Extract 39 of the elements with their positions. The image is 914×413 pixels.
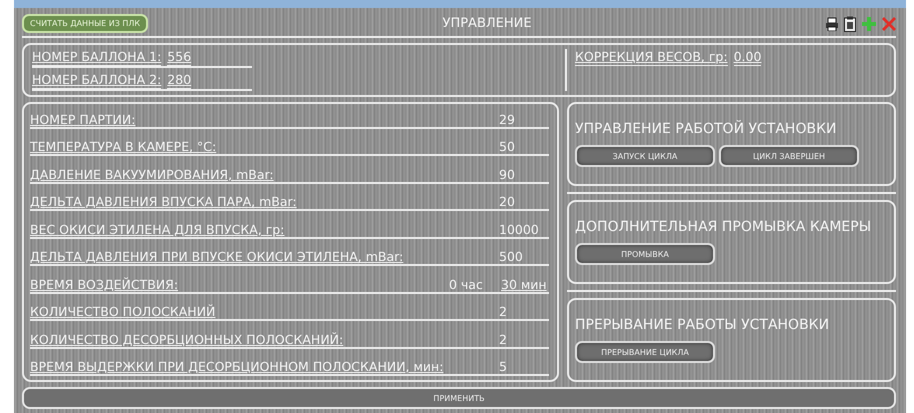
control-button[interactable]: ЦИКЛ ЗАВЕРШЕН	[719, 145, 859, 167]
parameter-label: ВЕС ОКИСИ ЭТИЛЕНА ДЛЯ ВПУСКА, гр:	[30, 222, 286, 237]
apply-button[interactable]: ПРИМЕНИТЬ	[22, 387, 896, 409]
read-plc-button[interactable]: СЧИТАТЬ ДАННЫЕ ИЗ ПЛК	[22, 14, 148, 33]
parameter-value[interactable]: 20	[499, 194, 549, 210]
clipboard-icon[interactable]	[844, 16, 856, 32]
control-button[interactable]: ЗАПУСК ЦИКЛА	[575, 145, 715, 167]
cylinder-label: НОМЕР БАЛЛОНА 1:	[32, 49, 162, 66]
cylinder-label: НОМЕР БАЛЛОНА 2:	[32, 72, 162, 89]
cylinder-value[interactable]: 556	[167, 49, 192, 66]
weight-correction-label: КОРРЕКЦИЯ ВЕСОВ, гр:	[575, 49, 728, 66]
parameter-label: КОЛИЧЕСТВО ДЕСОРБЦИОННЫХ ПОЛОСКАНИЙ:	[30, 332, 344, 346]
parameter-value[interactable]: 500	[499, 249, 549, 264]
parameter-label: КОЛИЧЕСТВО ПОЛОСКАНИЙ	[30, 304, 216, 320]
parameter-label: ТЕМПЕРАТУРА В КАМЕРЕ, °С:	[30, 139, 218, 154]
cylinder-value[interactable]: 280	[167, 72, 192, 89]
parameter-label: ДЕЛЬТА ДАВЛЕНИЯ ВПУСКА ПАРА, mBar:	[30, 194, 298, 210]
parameter-value[interactable]: 2	[499, 304, 549, 320]
parameter-label: ДЕЛЬТА ДАВЛЕНИЯ ПРИ ВПУСКЕ ОКИСИ ЭТИЛЕНА, mBar:	[30, 249, 404, 264]
control-button[interactable]: ПРЕРЫВАНИЕ ЦИКЛА	[575, 341, 715, 363]
panel-title: УПРАВЛЕНИЕ РАБОТОЙ УСТАНОВКИ	[575, 121, 838, 137]
parameter-label: ДАВЛЕНИЕ ВАКУУМИРОВАНИЯ, mBar:	[30, 166, 275, 182]
panel-title: ПРЕРЫВАНИЕ РАБОТЫ УСТАНОВКИ	[575, 317, 830, 333]
parameter-value[interactable]: 2	[499, 332, 549, 346]
printer-icon[interactable]	[826, 16, 838, 30]
parameter-value[interactable]: 29	[499, 112, 549, 127]
control-button[interactable]: ПРОМЫВКА	[575, 243, 715, 265]
parameter-value[interactable]: 10000	[499, 222, 549, 237]
panel-title: ДОПОЛНИТЕЛЬНАЯ ПРОМЫВКА КАМЕРЫ	[575, 219, 872, 235]
parameter-label: НОМЕР ПАРТИИ:	[30, 112, 136, 127]
weight-correction-value[interactable]: 0.00	[734, 49, 762, 66]
parameter-value[interactable]: 90	[499, 166, 549, 182]
window-title: УПРАВЛЕНИЕ	[442, 16, 533, 31]
parameter-value[interactable]: 30 мин	[501, 276, 549, 292]
parameter-value[interactable]: 50	[499, 139, 549, 154]
parameter-value[interactable]: 0 час	[449, 276, 497, 292]
parameter-label: ВРЕМЯ ВОЗДЕЙСТВИЯ:	[30, 276, 180, 292]
parameter-value[interactable]: 5	[499, 358, 549, 374]
parameter-label: ВРЕМЯ ВЫДЕРЖКИ ПРИ ДЕСОРБЦИОННОМ ПОЛОСКАНИИ, мин:	[30, 358, 444, 374]
